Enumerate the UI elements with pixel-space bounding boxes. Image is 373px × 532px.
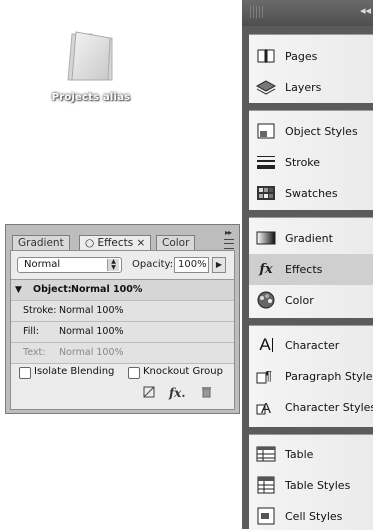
panel-footer: fx. (131, 386, 231, 404)
fx-icon: fx (259, 261, 273, 277)
dock-item-swatches[interactable]: Swatches (249, 178, 373, 209)
table-styles-icon (256, 476, 276, 494)
dock-item-table-styles[interactable]: Table Styles (249, 470, 373, 501)
isolate-blending-checkbox[interactable] (19, 367, 31, 379)
dock-item-cell-styles[interactable]: Cell Styles (249, 501, 373, 532)
dock-item-pages[interactable]: Pages (249, 41, 373, 72)
knockout-group-label: Knockout Group (143, 366, 223, 377)
list-item-fill[interactable]: Fill: Normal 100% (11, 322, 234, 343)
paragraph-styles-icon: ¶ (256, 367, 276, 385)
list-item-object[interactable]: ▼ Object: Normal 100% (11, 280, 234, 301)
table-icon (256, 445, 276, 463)
cell-styles-icon (256, 507, 276, 525)
blend-mode-select[interactable]: Normal ▲ ▼ (17, 257, 122, 273)
list-item-stroke[interactable]: Stroke: Normal 100% (11, 301, 234, 322)
panel-dock: ◂◂ Pages Layers Object Styles Stroke Swa… (242, 0, 373, 530)
panel-collapse-icon[interactable]: ▸▸ (225, 228, 232, 237)
knockout-group-checkbox[interactable] (128, 367, 140, 379)
clear-effects-icon[interactable] (143, 386, 155, 401)
panel-menu-icon[interactable] (224, 239, 234, 249)
dock-item-layers[interactable]: Layers (249, 72, 373, 103)
grip-icon[interactable] (250, 6, 264, 18)
object-styles-icon (256, 122, 276, 140)
trash-icon[interactable] (201, 386, 212, 401)
folder-icon (67, 31, 113, 81)
tab-gradient[interactable]: Gradient (12, 235, 70, 250)
dock-header[interactable]: ◂◂ (242, 0, 373, 26)
dock-item-table[interactable]: Table (249, 439, 373, 470)
fx-menu-icon[interactable]: fx. (169, 386, 186, 400)
svg-text:A: A (261, 400, 271, 416)
stepper-arrows-icon: ▲ ▼ (107, 259, 119, 271)
svg-text:¶: ¶ (265, 368, 272, 383)
isolate-blending-label: Isolate Blending (34, 366, 115, 377)
desktop-folder[interactable]: Projects alias (46, 22, 136, 112)
dock-item-object-styles[interactable]: Object Styles (249, 116, 373, 147)
folder-label: Projects alias (51, 92, 131, 103)
effects-panel: ▸▸ Gradient ○ Effects × Color Normal ▲ ▼ … (5, 224, 240, 414)
stroke-icon (256, 153, 276, 171)
gradient-icon (256, 229, 276, 247)
dock-item-effects[interactable]: fx Effects (249, 254, 373, 285)
dock-item-character[interactable]: A Character (249, 330, 373, 361)
dock-group-effects: Gradient fx Effects Color (249, 217, 373, 318)
opacity-input[interactable]: 100% (174, 257, 209, 273)
effects-list: ▼ Object: Normal 100% Stroke: Normal 100… (11, 279, 234, 364)
tab-color[interactable]: Color (156, 235, 196, 250)
pages-icon (256, 47, 276, 65)
opacity-slider-button[interactable]: ▶ (212, 257, 226, 273)
character-icon: A (259, 335, 273, 354)
dock-group-tables: Table Table Styles Cell Styles (249, 434, 373, 530)
dock-item-character-styles[interactable]: A Character Styles (249, 392, 373, 423)
effects-body: Normal ▲ ▼ Opacity: 100% ▶ ▼ Object: Norm… (10, 250, 235, 410)
dock-item-gradient[interactable]: Gradient (249, 223, 373, 254)
tab-effects[interactable]: ○ Effects × (79, 235, 152, 251)
list-item-text[interactable]: Text: Normal 100% (11, 343, 234, 364)
swatches-icon (256, 184, 276, 202)
dock-item-paragraph-styles[interactable]: ¶ Paragraph Styles (249, 361, 373, 392)
character-styles-icon: A (256, 398, 276, 416)
dock-group-pages: Pages Layers (249, 34, 373, 103)
dock-item-stroke[interactable]: Stroke (249, 147, 373, 178)
opacity-label: Opacity: (132, 259, 174, 270)
dock-item-color[interactable]: Color (249, 285, 373, 316)
collapse-icon[interactable]: ◂◂ (360, 5, 371, 17)
dock-group-type: A Character ¶ Paragraph Styles A Charact… (249, 325, 373, 427)
color-icon (256, 291, 276, 309)
dock-group-styles: Object Styles Stroke Swatches (249, 110, 373, 210)
layers-icon (256, 78, 276, 96)
disclosure-triangle-icon[interactable]: ▼ (15, 280, 22, 300)
